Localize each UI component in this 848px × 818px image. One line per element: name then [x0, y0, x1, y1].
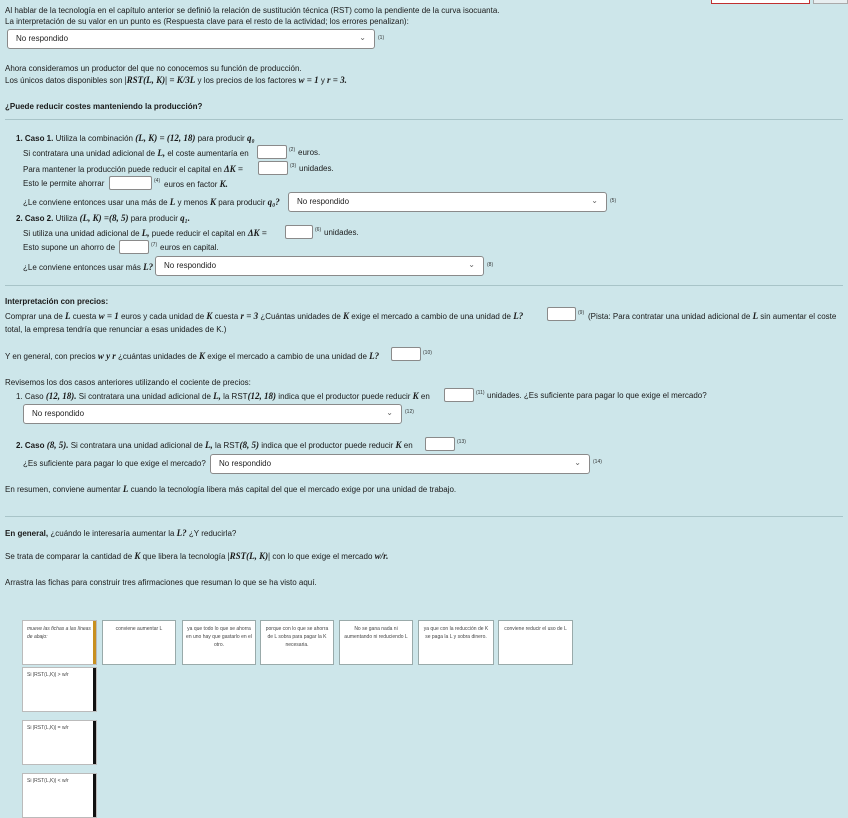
select-value: No respondido	[297, 197, 350, 206]
caso2-header: 2. Caso 2. Utiliza (L, K) =(8, 5) para p…	[16, 213, 190, 223]
select-value: No respondido	[16, 34, 69, 43]
answer-input-11[interactable]	[444, 388, 474, 402]
unit-label: euros en capital.	[160, 243, 219, 252]
field-number: (9)	[578, 310, 585, 316]
chevron-down-icon: ⌄	[591, 196, 598, 205]
caso1-line-1: Si contratara una unidad adicional de L,…	[23, 148, 249, 158]
field-number: (5)	[610, 198, 617, 204]
revisemos-caso1: 1. Caso (12, 18). Si contratara una unid…	[16, 391, 430, 401]
answer-input-3[interactable]	[258, 161, 288, 175]
revisemos-intro: Revisemos los dos casos anteriores utili…	[5, 378, 251, 387]
field-number: (7)	[151, 242, 158, 248]
drop-row-less[interactable]: Si |RST(L,K)| < w/r	[22, 773, 97, 818]
caso1-question: ¿Le conviene entonces usar una más de L …	[23, 197, 280, 207]
drop-row-equal[interactable]: Si |RST(L,K)| = w/r	[22, 720, 97, 765]
general-line-1: Se trata de comparar la cantidad de K qu…	[5, 551, 389, 561]
precios-line-1: Comprar una de L cuesta w = 1 euros y ca…	[5, 311, 524, 321]
select-value: No respondido	[32, 409, 85, 418]
intro-line-2: La interpretación de su valor en un punt…	[5, 17, 409, 26]
field-number: (1)	[378, 35, 385, 41]
drop-row-greater[interactable]: Si |RST(L,K)| > w/r	[22, 667, 97, 712]
revisemos-caso2: 2. Caso (8, 5). Si contratara una unidad…	[16, 440, 413, 450]
field-number: (10)	[423, 350, 432, 356]
rst-expression: |RST(L, K)| = K/3L	[124, 75, 196, 85]
field-number: (12)	[405, 409, 414, 415]
answer-input-9[interactable]	[547, 307, 576, 321]
select-value: No respondido	[219, 459, 272, 468]
draggable-card[interactable]: conviene aumentar L	[102, 620, 176, 665]
draggable-card[interactable]: No se gana nada ni aumentando ni reducie…	[339, 620, 413, 665]
caso2-line-1: Si utiliza una unidad adicional de L, pu…	[23, 228, 267, 238]
field-number: (2)	[289, 147, 296, 153]
card-tray-hint: mueve las fichas a las líneas de abajo:	[22, 620, 97, 665]
answer-input-13[interactable]	[425, 437, 455, 451]
context-line-2: Los únicos datos disponibles son |RST(L,…	[5, 75, 347, 85]
draggable-card[interactable]: porque con lo que se ahorra de L sobra p…	[260, 620, 334, 665]
drop-target-bar	[93, 721, 96, 764]
field-number: (6)	[315, 227, 322, 233]
draggable-card[interactable]: conviene reducir el uso de L	[498, 620, 573, 665]
resumen-text: En resumen, conviene aumentar L cuando l…	[5, 484, 457, 494]
field-number: (11)	[476, 390, 485, 396]
revisemos-caso2-question: ¿Es suficiente para pagar lo que exige e…	[23, 459, 206, 468]
drop-target-bar	[93, 668, 96, 711]
caso1-header: 1. Caso 1. Utiliza la combinación (L, K)…	[16, 133, 255, 143]
divider	[5, 516, 843, 517]
unit-label: unidades.	[324, 228, 359, 237]
answer-select-14[interactable]: No respondido ⌄	[210, 454, 590, 474]
answer-select-1[interactable]: No respondido ⌄	[7, 29, 375, 49]
divider	[5, 285, 843, 286]
field-number: (8)	[487, 262, 494, 268]
question-title: ¿Puede reducir costes manteniendo la pro…	[5, 102, 203, 111]
chevron-down-icon: ⌄	[574, 458, 581, 467]
answer-select-8[interactable]: No respondido ⌄	[155, 256, 484, 276]
general-title: En general, ¿cuándo le interesaría aumen…	[5, 528, 237, 538]
intro-line-1: Al hablar de la tecnología en el capítul…	[5, 6, 500, 15]
top-action-button-secondary[interactable]	[813, 0, 848, 4]
caso1-line-3b: euros en factor K.	[164, 179, 228, 189]
top-action-button[interactable]	[711, 0, 810, 4]
field-number: (3)	[290, 163, 297, 169]
caso1-line-2: Para mantener la producción puede reduci…	[23, 164, 244, 174]
field-number: (13)	[457, 439, 466, 445]
drop-target-bar	[93, 774, 96, 817]
answer-input-2[interactable]	[257, 145, 287, 159]
chevron-down-icon: ⌄	[359, 33, 366, 42]
select-value: No respondido	[164, 261, 217, 270]
general-instructions: Arrastra las fichas para construir tres …	[5, 578, 317, 587]
chevron-down-icon: ⌄	[468, 260, 475, 269]
drop-row-label: Si |RST(L,K)| < w/r	[27, 778, 69, 784]
caso2-question: ¿Le conviene entonces usar más L?	[23, 262, 154, 272]
precios-line-3: Y en general, con precios w y r ¿cuántas…	[5, 351, 380, 361]
unit-label: unidades.	[299, 164, 334, 173]
draggable-card[interactable]: ya que con la reducción de K se paga la …	[418, 620, 494, 665]
answer-input-6[interactable]	[285, 225, 313, 239]
answer-select-12[interactable]: No respondido ⌄	[23, 404, 402, 424]
precios-hint: (Pista: Para contratar una unidad adicio…	[588, 311, 837, 321]
field-number: (4)	[154, 178, 161, 184]
answer-select-5[interactable]: No respondido ⌄	[288, 192, 607, 212]
section-title-precios: Interpretación con precios:	[5, 297, 109, 306]
drop-row-label: Si |RST(L,K)| = w/r	[27, 725, 69, 731]
precios-line-2: total, la empresa tendría que renunciar …	[5, 325, 227, 334]
revisemos-caso1-question: unidades. ¿Es suficiente para pagar lo q…	[487, 391, 707, 400]
answer-input-10[interactable]	[391, 347, 421, 361]
answer-input-4[interactable]	[109, 176, 152, 190]
context-line-1: Ahora consideramos un productor del que …	[5, 64, 302, 73]
answer-input-7[interactable]	[119, 240, 149, 254]
caso2-line-2: Esto supone un ahorro de	[23, 243, 116, 252]
chevron-down-icon: ⌄	[386, 408, 393, 417]
drop-row-label: Si |RST(L,K)| > w/r	[27, 672, 69, 678]
draggable-card[interactable]: ya que todo lo que se ahorra en uno hay …	[182, 620, 256, 665]
unit-label: euros.	[298, 148, 321, 157]
divider	[5, 119, 843, 120]
caso1-line-3: Esto le permite ahorrar	[23, 179, 105, 188]
field-number: (14)	[593, 459, 602, 465]
